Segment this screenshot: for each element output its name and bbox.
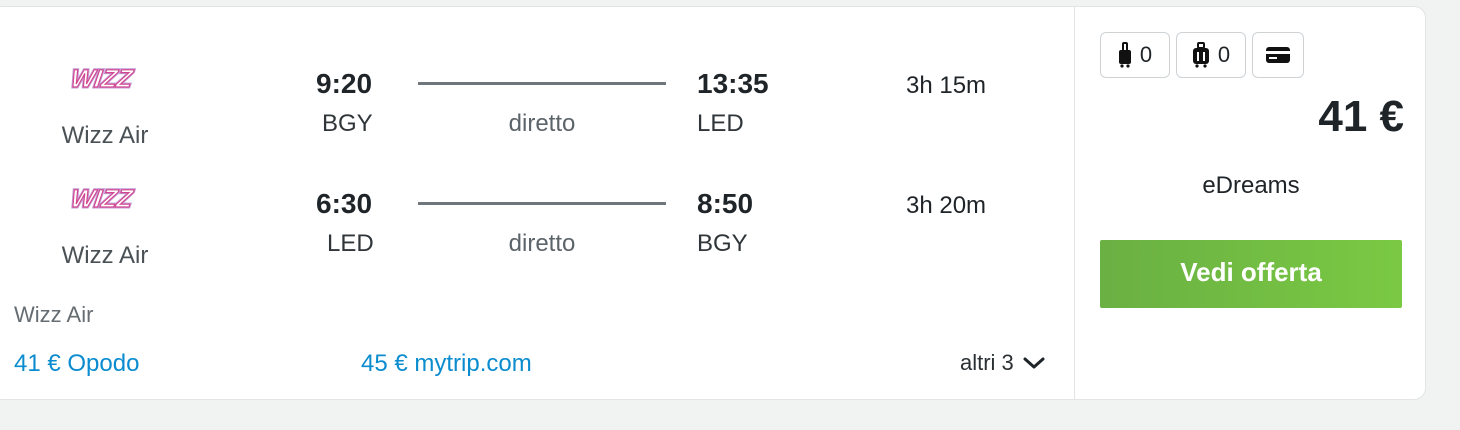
cabin-bag-count: 0	[1217, 42, 1231, 67]
alternative-deal-link[interactable]: 41 € Opodo	[14, 350, 139, 378]
outbound-leg: WIZZ WIZZ Wizz Air 9:20 BGY diretto 13:3…	[0, 62, 1074, 162]
cabin-bag-indicator[interactable]: 0	[1176, 32, 1246, 78]
stops-label: diretto	[508, 230, 576, 257]
flight-duration: 3h 20m	[906, 192, 987, 219]
chevron-down-icon	[1023, 357, 1045, 369]
more-deals-label: altri 3	[960, 350, 1014, 375]
wizz-air-logo-icon: WIZZ WIZZ	[68, 184, 137, 215]
price: 41 €	[1318, 92, 1404, 141]
more-deals-toggle[interactable]: altri 3	[960, 350, 1046, 376]
departure-airport: LED	[327, 230, 374, 257]
credit-card-icon	[1266, 47, 1290, 63]
payment-fee-indicator[interactable]	[1252, 32, 1304, 78]
personal-item-count: 0	[1139, 42, 1153, 67]
operated-by-label: Wizz Air	[14, 302, 94, 327]
wizz-air-logo-icon: WIZZ WIZZ	[68, 64, 137, 95]
arrival-airport: BGY	[697, 230, 748, 257]
departure-time: 9:20	[316, 68, 373, 99]
cabin-bag-icon	[1192, 42, 1209, 68]
stops-label: diretto	[508, 110, 576, 137]
arrival-time: 8:50	[697, 188, 754, 219]
personal-item-bag-icon	[1118, 42, 1131, 68]
arrival-time: 13:35	[697, 68, 769, 99]
view-offer-button[interactable]: Vedi offerta	[1100, 240, 1402, 308]
route-line	[418, 202, 666, 205]
arrival-airport: LED	[697, 110, 744, 137]
provider-name: eDreams	[1202, 172, 1300, 199]
departure-time: 6:30	[316, 188, 373, 219]
svg-text:WIZZ: WIZZ	[69, 185, 136, 213]
personal-item-indicator[interactable]: 0	[1100, 32, 1170, 78]
flight-duration: 3h 15m	[906, 72, 987, 99]
card-divider	[1074, 6, 1075, 400]
airline-name: Wizz Air	[61, 242, 149, 269]
departure-airport: BGY	[322, 110, 373, 137]
airline-name: Wizz Air	[61, 122, 149, 149]
route-line	[418, 82, 666, 85]
svg-text:WIZZ: WIZZ	[69, 65, 136, 93]
alternative-deal-link[interactable]: 45 € mytrip.com	[361, 350, 532, 378]
return-leg: WIZZ WIZZ Wizz Air 6:30 LED diretto 8:50…	[0, 182, 1074, 282]
